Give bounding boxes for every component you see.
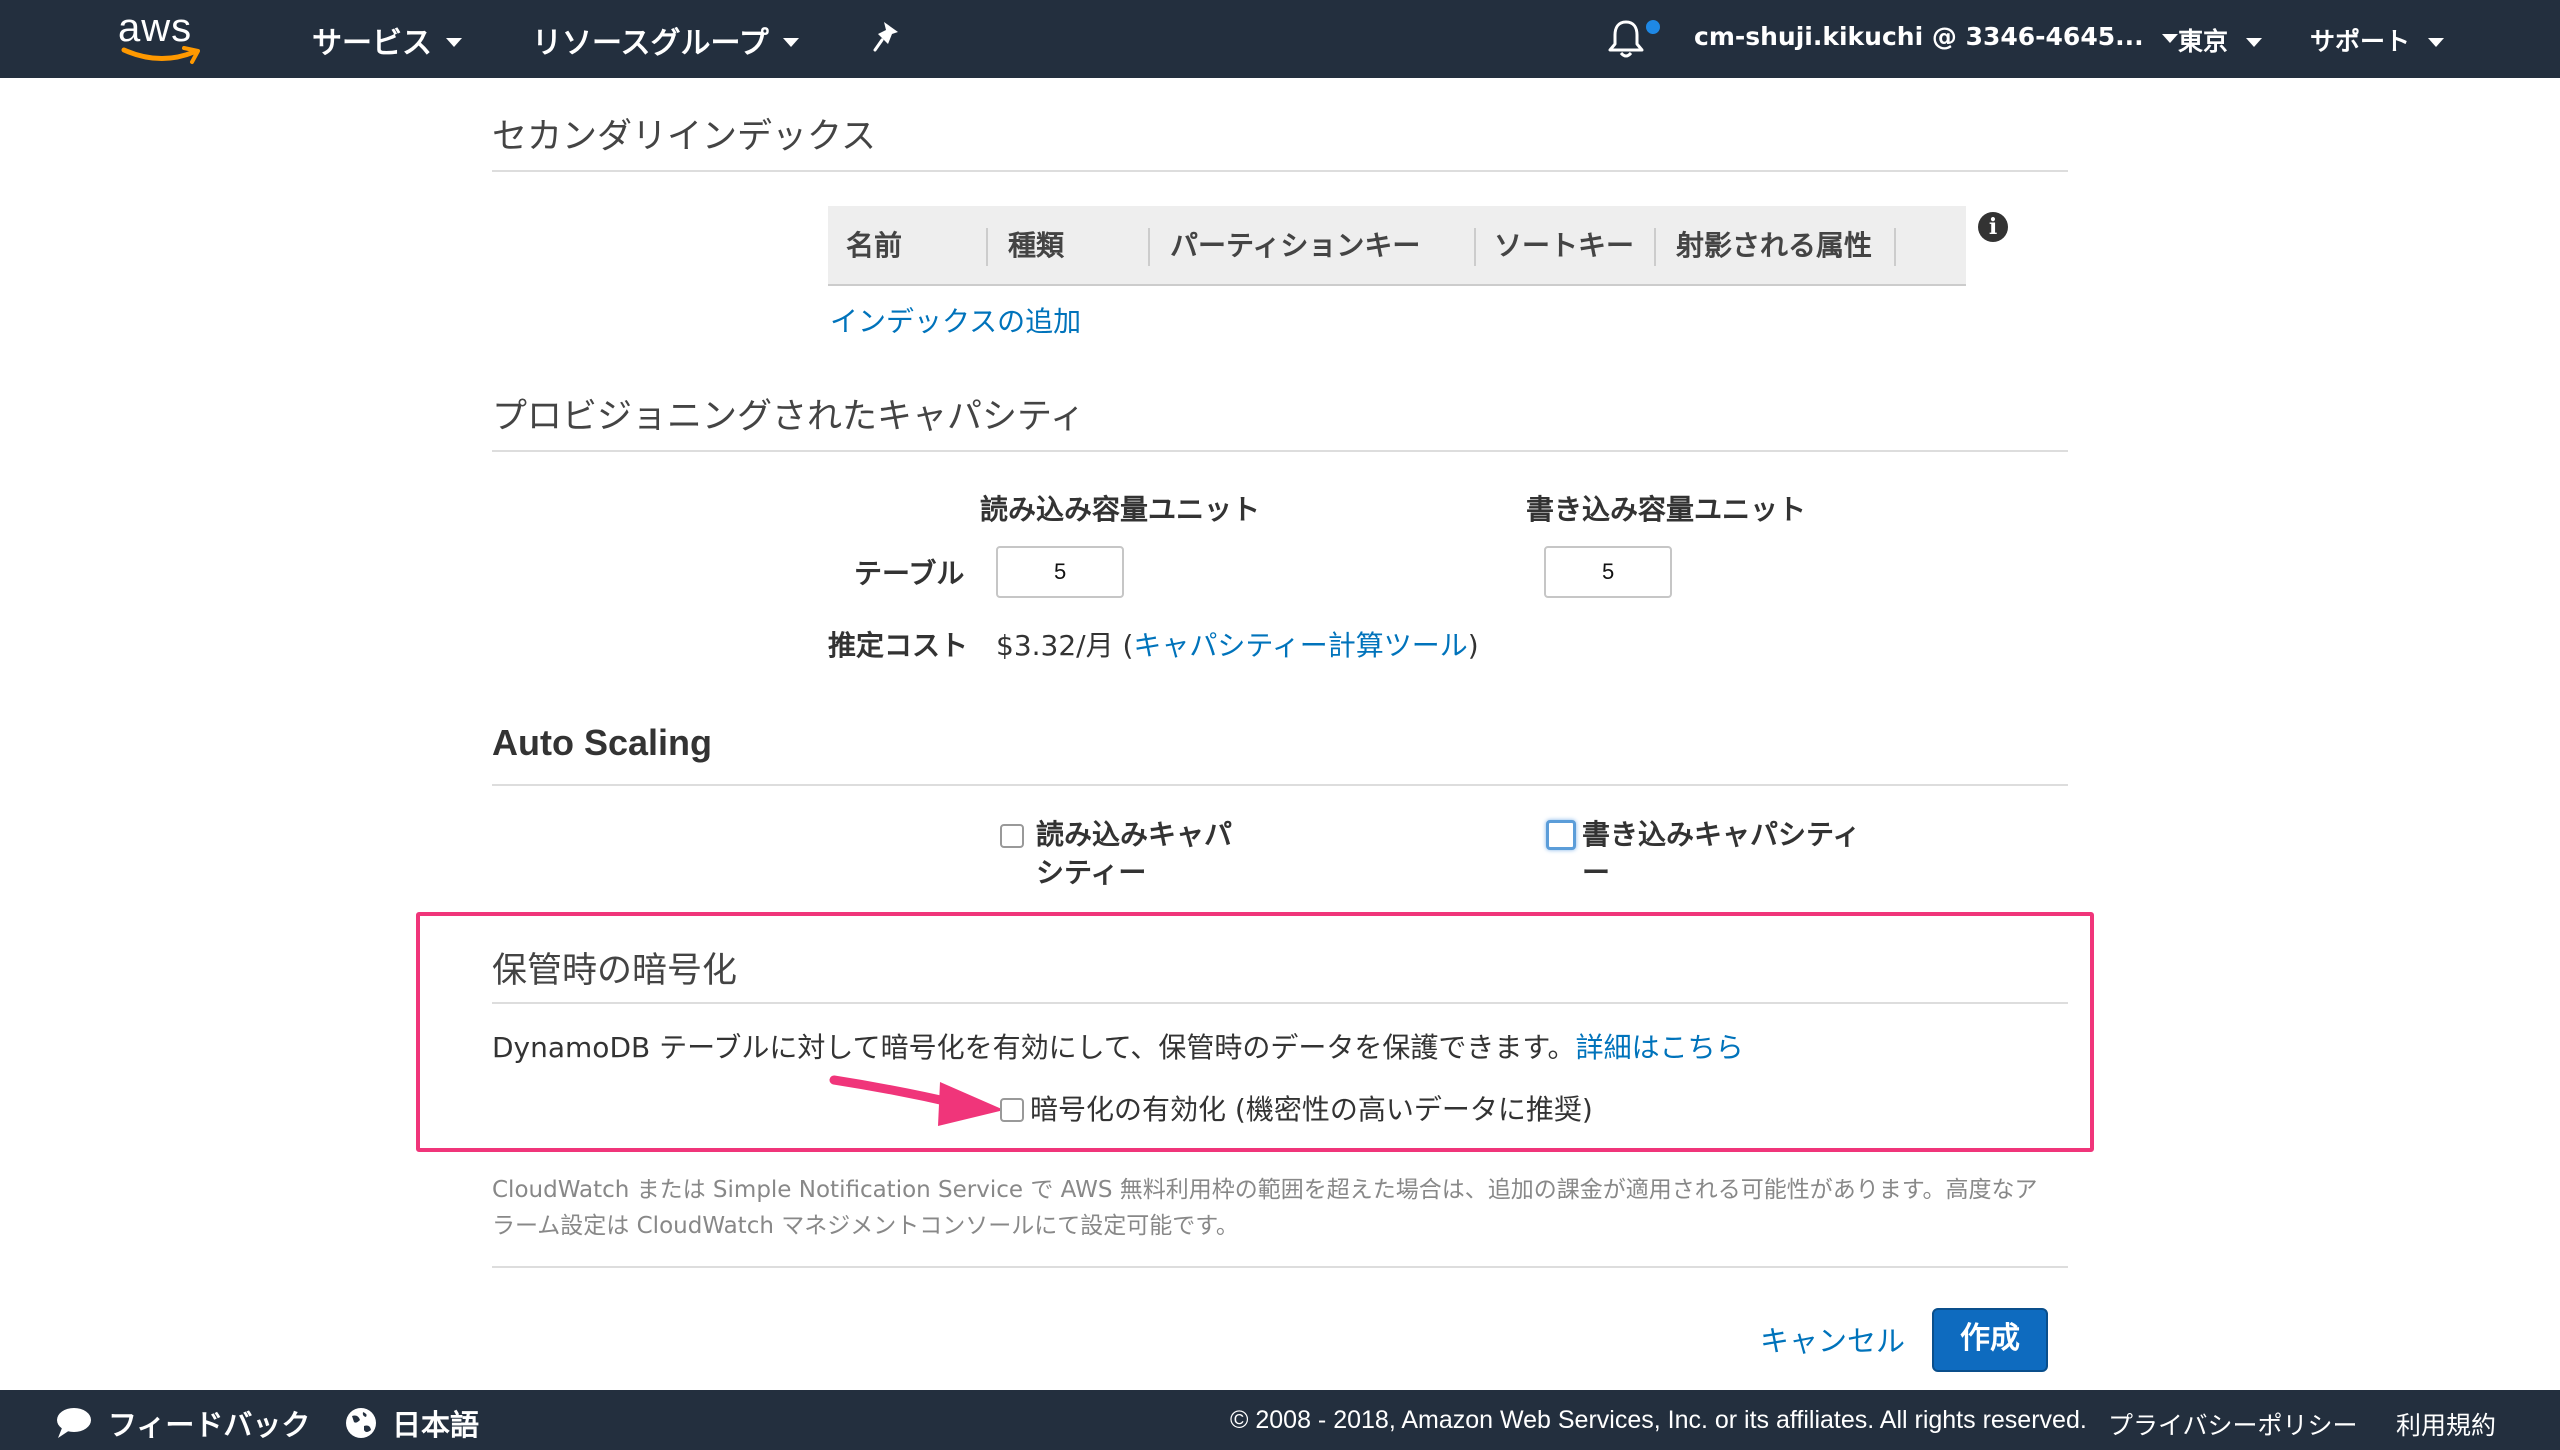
section-divider <box>492 450 2068 452</box>
capacity-title: プロビジョニングされたキャパシティ <box>492 397 1085 437</box>
encryption-title: 保管時の暗号化 <box>492 951 738 991</box>
resource-groups-menu[interactable]: リソースグループ <box>532 18 799 62</box>
autoscaling-title: Auto Scaling <box>492 722 713 763</box>
enable-encryption-label: 暗号化の有効化 (機密性の高いデータに推奨) <box>1030 1093 1593 1126</box>
estimated-cost-label: 推定コスト <box>828 629 969 662</box>
top-navigation-bar: aws サービス リソースグループ cm-shuji.kikuchi @ 334… <box>0 0 2560 78</box>
add-index-link[interactable]: インデックスの追加 <box>830 300 1081 340</box>
language-selector[interactable]: 日本語 <box>344 1402 479 1444</box>
chevron-down-icon <box>2246 37 2263 47</box>
cancel-button[interactable]: キャンセル <box>1760 1318 1905 1360</box>
section-divider <box>492 170 2068 172</box>
chevron-down-icon <box>782 37 799 47</box>
write-autoscaling-label-line2: ー <box>1582 856 1611 889</box>
create-button[interactable]: 作成 <box>1932 1308 2048 1372</box>
chevron-down-icon <box>2161 34 2178 43</box>
account-label: cm-shuji.kikuchi @ 3346-4645... <box>1694 22 2144 51</box>
services-menu[interactable]: サービス <box>312 18 462 62</box>
region-label: 東京 <box>2178 27 2229 56</box>
details-link[interactable]: 詳細はこちら <box>1576 1031 1744 1064</box>
info-icon[interactable]: i <box>1978 212 2008 242</box>
column-header-name[interactable]: 名前 <box>846 206 902 286</box>
read-autoscaling-label-line1: 読み込みキャパ <box>1036 818 1233 851</box>
write-capacity-header: 書き込み容量ユニット <box>1526 493 1807 526</box>
terms-link[interactable]: 利用規約 <box>2396 1406 2496 1442</box>
privacy-policy-link[interactable]: プライバシーポリシー <box>2108 1406 2358 1442</box>
index-table-header: 名前 種類 パーティションキー ソートキー 射影される属性 <box>828 206 1966 286</box>
write-autoscaling-label: 書き込みキャパシティ ー <box>1582 816 1860 892</box>
aws-logo[interactable]: aws <box>118 6 210 66</box>
aws-logo-text: aws <box>118 6 193 50</box>
column-separator <box>1654 228 1656 266</box>
column-header-type[interactable]: 種類 <box>1008 206 1064 286</box>
read-autoscaling-checkbox[interactable] <box>1000 824 1024 848</box>
column-header-partition-key[interactable]: パーティションキー <box>1170 206 1420 286</box>
copyright-text: © 2008 - 2018, Amazon Web Services, Inc.… <box>1230 1406 2087 1434</box>
estimated-cost-close: ) <box>1467 629 1479 662</box>
estimated-cost-value: $3.32/月 ( <box>996 629 1134 662</box>
encryption-description-line: DynamoDB テーブルに対して暗号化を有効にして、保管時のデータを保護できま… <box>492 1026 1744 1066</box>
notification-dot <box>1646 20 1660 34</box>
column-header-sort-key[interactable]: ソートキー <box>1494 206 1634 286</box>
column-header-projected-attributes[interactable]: 射影される属性 <box>1676 206 1872 286</box>
chevron-down-icon <box>2428 37 2445 47</box>
support-menu[interactable]: サポート <box>2310 22 2445 58</box>
billing-note-line1: CloudWatch または Simple Notification Servi… <box>492 1177 2038 1203</box>
capacity-calculator-link[interactable]: キャパシティー計算ツール <box>1133 629 1467 662</box>
feedback-label: フィードバック <box>108 1408 311 1442</box>
column-separator <box>1894 228 1896 266</box>
secondary-index-title: セカンダリインデックス <box>492 117 876 157</box>
region-menu[interactable]: 東京 <box>2178 22 2263 58</box>
read-capacity-header: 読み込み容量ユニット <box>980 493 1261 526</box>
column-separator <box>986 228 988 266</box>
estimated-cost-line: $3.32/月 (キャパシティー計算ツール) <box>996 624 1479 664</box>
account-menu[interactable]: cm-shuji.kikuchi @ 3346-4645... <box>1694 22 2178 51</box>
support-label: サポート <box>2310 27 2411 56</box>
section-divider <box>492 1002 2068 1004</box>
column-separator <box>1148 228 1150 266</box>
arrow-pointer-icon <box>829 1075 1004 1126</box>
billing-note: CloudWatch または Simple Notification Servi… <box>492 1172 2062 1244</box>
write-autoscaling-label-line1: 書き込みキャパシティ <box>1582 818 1861 851</box>
billing-note-line2: ラーム設定は CloudWatch マネジメントコンソールにて設定可能です。 <box>492 1213 1239 1239</box>
column-separator <box>1474 228 1476 266</box>
enable-encryption-checkbox[interactable] <box>1000 1098 1024 1122</box>
read-capacity-input[interactable]: 5 <box>996 546 1124 598</box>
language-label: 日本語 <box>392 1408 480 1442</box>
encryption-description: DynamoDB テーブルに対して暗号化を有効にして、保管時のデータを保護できま… <box>492 1031 1576 1064</box>
pin-icon[interactable] <box>872 20 906 56</box>
write-autoscaling-checkbox[interactable] <box>1546 820 1576 850</box>
table-row-label: テーブル <box>854 557 965 590</box>
section-divider <box>492 1266 2068 1268</box>
feedback-button[interactable]: フィードバック <box>54 1402 310 1444</box>
section-divider <box>492 784 2068 786</box>
chevron-down-icon <box>446 37 462 47</box>
globe-icon <box>346 1408 376 1438</box>
services-label: サービス <box>312 26 432 61</box>
bell-icon[interactable] <box>1606 18 1646 60</box>
footer-bar: フィードバック 日本語 © 2008 - 2018, Amazon Web Se… <box>0 1390 2560 1450</box>
speech-bubble-icon <box>57 1408 91 1438</box>
write-capacity-input[interactable]: 5 <box>1544 546 1672 598</box>
read-autoscaling-label-line2: シティー <box>1036 856 1147 889</box>
aws-smile-icon <box>121 46 200 64</box>
resource-groups-label: リソースグループ <box>532 26 769 61</box>
read-autoscaling-label: 読み込みキャパ シティー <box>1036 816 1232 892</box>
